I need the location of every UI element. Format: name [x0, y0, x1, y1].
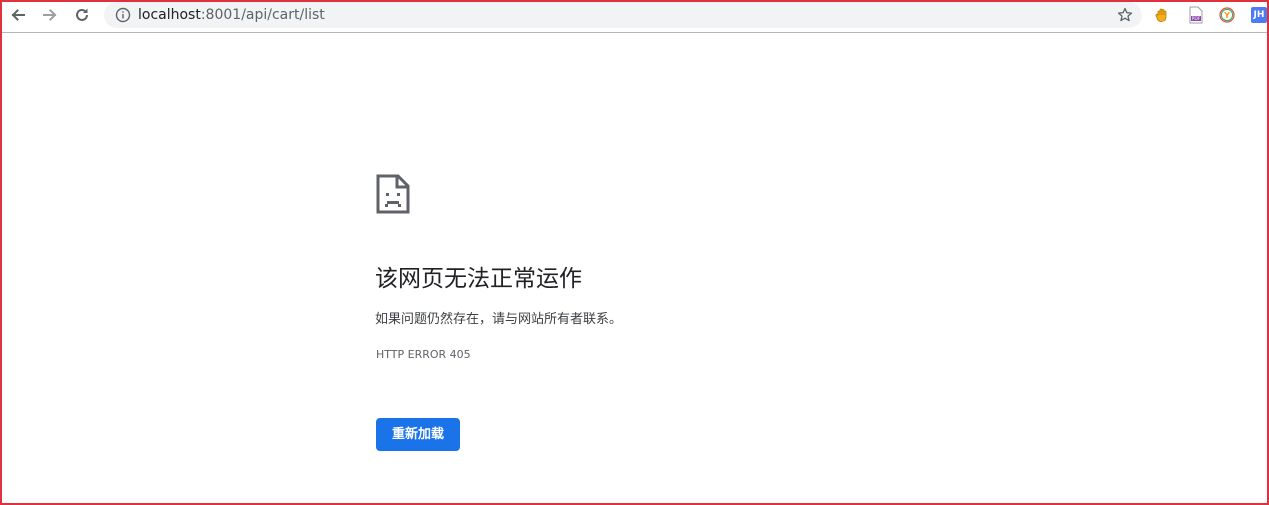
- pdf-extension-label: PDF: [1192, 16, 1201, 22]
- address-bar[interactable]: localhost:8001/api/cart/list: [104, 2, 1142, 28]
- error-code: HTTP ERROR 405: [376, 348, 471, 361]
- arrow-left-icon: [11, 9, 25, 21]
- browser-toolbar: localhost:8001/api/cart/list PDF Y JH: [2, 0, 1267, 33]
- reload-button[interactable]: 重新加载: [376, 418, 460, 451]
- y-extension-icon[interactable]: Y: [1218, 6, 1236, 24]
- hand-extension-icon[interactable]: [1153, 6, 1171, 24]
- jh-extension-icon[interactable]: JH: [1251, 7, 1267, 23]
- y-extension-label: Y: [1223, 11, 1230, 20]
- info-icon[interactable]: [114, 6, 132, 24]
- url-text[interactable]: localhost:8001/api/cart/list: [138, 6, 325, 24]
- screenshot-frame: [0, 0, 1269, 505]
- url-host: localhost: [138, 7, 201, 23]
- reload-icon: [76, 8, 88, 21]
- reload-nav-button[interactable]: [70, 4, 94, 26]
- error-description: 如果问题仍然存在，请与网站所有者联系。: [375, 312, 623, 327]
- bookmark-star-icon[interactable]: [1116, 6, 1134, 24]
- forward-button[interactable]: [38, 4, 62, 26]
- error-title: 该网页无法正常运作: [375, 266, 582, 292]
- pdf-extension-icon[interactable]: PDF: [1187, 6, 1205, 24]
- url-path: :8001/api/cart/list: [200, 7, 325, 23]
- arrow-right-icon: [43, 9, 57, 21]
- sad-document-icon: [376, 174, 410, 214]
- back-button[interactable]: [6, 4, 30, 26]
